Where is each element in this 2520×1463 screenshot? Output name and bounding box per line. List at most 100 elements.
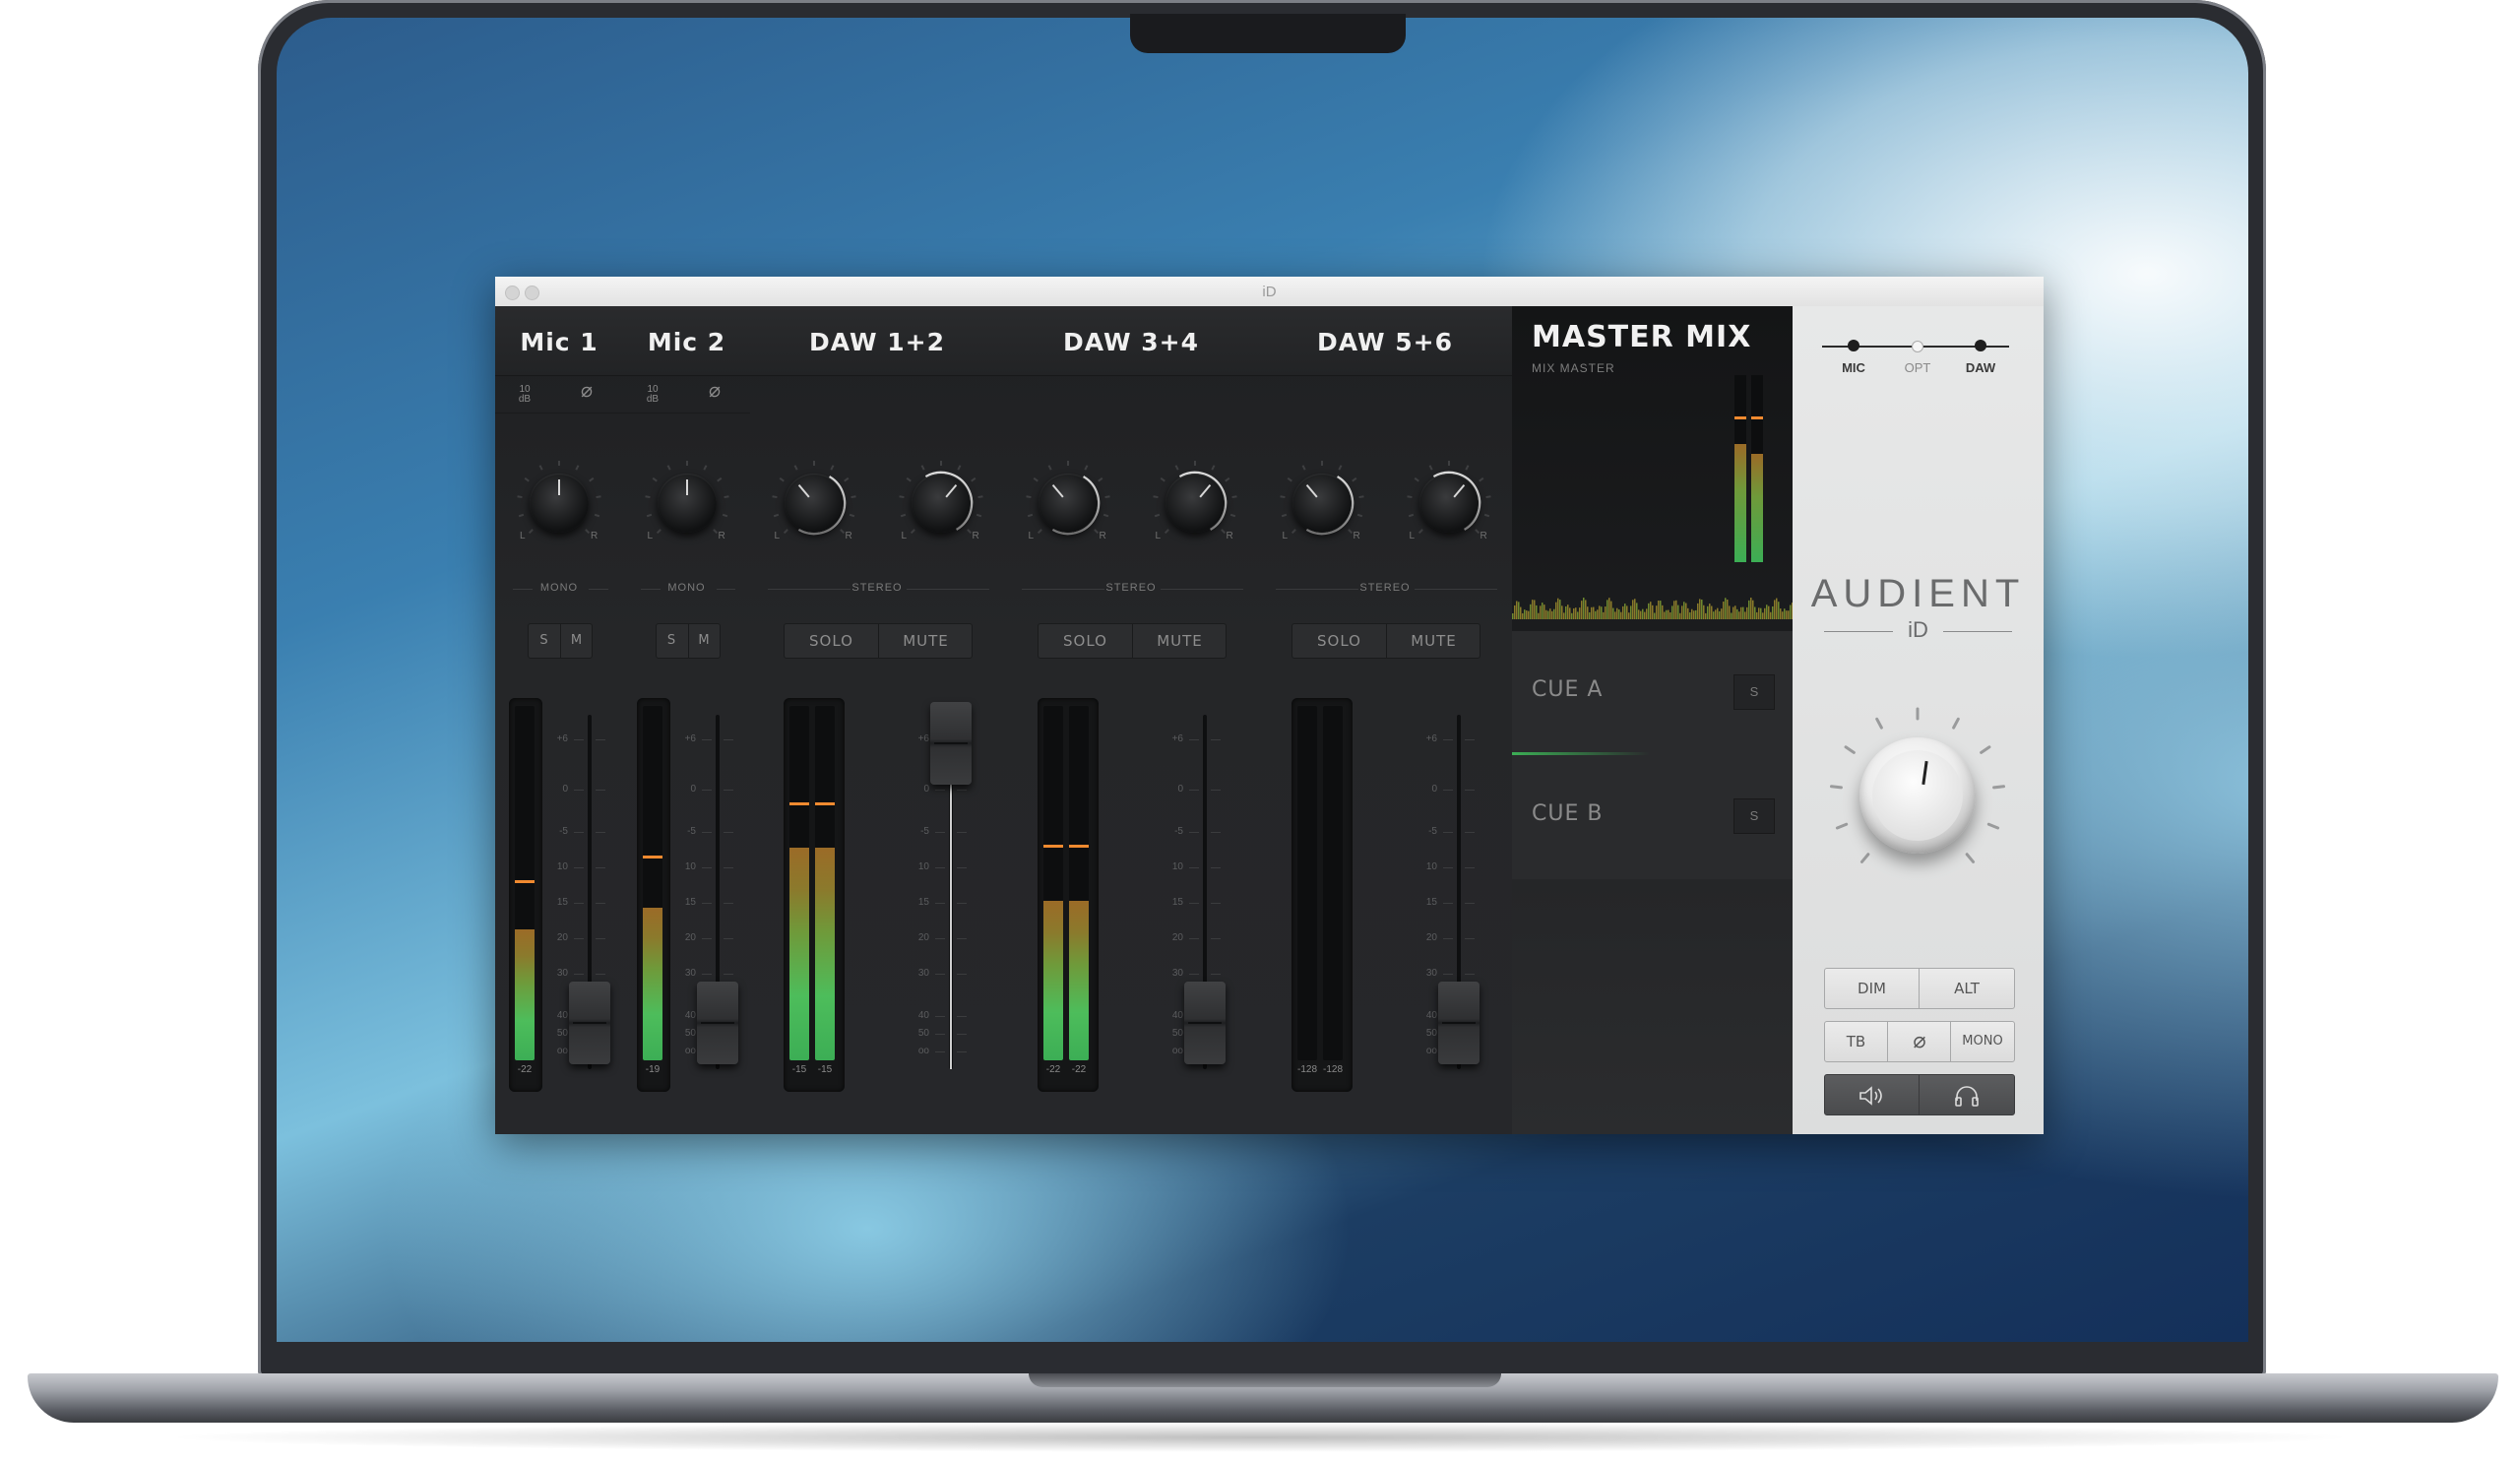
scale-tick bbox=[1189, 866, 1199, 868]
level-meter bbox=[789, 706, 809, 1060]
scale-tick bbox=[1465, 739, 1475, 741]
channel-strip-mic-2: Mic 2 10 dB ⌀ L R MONO S M -19 +6 0 -5 10 15 20 30 40 50 o… bbox=[623, 306, 751, 1134]
cue-b-solo-button[interactable]: S bbox=[1733, 798, 1775, 834]
phase-invert-icon[interactable]: ⌀ bbox=[1887, 1022, 1951, 1061]
mute-button[interactable]: MUTE bbox=[878, 624, 973, 658]
pad-10db-button[interactable]: 10 dB bbox=[513, 385, 536, 405]
source-opt-dot[interactable] bbox=[1912, 341, 1923, 352]
scale-tick bbox=[957, 973, 967, 975]
fader-scale-label: 10 bbox=[917, 860, 929, 872]
scale-tick bbox=[1211, 866, 1221, 868]
phase-invert-icon[interactable]: ⌀ bbox=[572, 381, 601, 401]
solo-button[interactable]: S bbox=[657, 624, 688, 658]
channel-header[interactable]: DAW 5+6 bbox=[1258, 306, 1512, 376]
pan-left-knob[interactable] bbox=[784, 474, 844, 533]
scale-tick bbox=[1189, 937, 1199, 939]
scale-tick bbox=[935, 937, 945, 939]
pan-right-label: R bbox=[1226, 531, 1233, 541]
headphone-output-button[interactable] bbox=[1919, 1075, 2014, 1114]
source-mic-dot[interactable] bbox=[1848, 340, 1859, 351]
talkback-button[interactable]: TB bbox=[1825, 1022, 1887, 1061]
scale-tick bbox=[935, 831, 945, 833]
fader-scale-label: -5 bbox=[559, 825, 568, 837]
fader-scale-label: 10 bbox=[1171, 860, 1183, 872]
scale-tick bbox=[1465, 937, 1475, 939]
mute-button[interactable]: M bbox=[560, 624, 593, 658]
mono-button[interactable]: MONO bbox=[1950, 1022, 2014, 1061]
window-titlebar[interactable]: iD bbox=[495, 277, 2044, 307]
solo-button[interactable]: SOLO bbox=[1292, 624, 1386, 658]
mute-button[interactable]: MUTE bbox=[1132, 624, 1227, 658]
mute-button[interactable]: M bbox=[687, 624, 721, 658]
fader-scale-label: 0 bbox=[690, 783, 696, 795]
dim-button[interactable]: DIM bbox=[1825, 969, 1919, 1008]
pan-right-label: R bbox=[1099, 531, 1106, 541]
solo-button[interactable]: SOLO bbox=[1039, 624, 1132, 658]
pan-right-label: R bbox=[972, 531, 979, 541]
channel-fader[interactable] bbox=[1438, 982, 1480, 1065]
fader-scale-label: 40 bbox=[1425, 1010, 1437, 1021]
knob-indicator bbox=[685, 479, 688, 495]
scale-tick bbox=[596, 866, 605, 868]
channel-mode-label: MONO bbox=[539, 582, 579, 594]
channel-fader[interactable] bbox=[930, 701, 972, 785]
channel-header[interactable]: Mic 1 bbox=[495, 306, 623, 376]
source-daw-label[interactable]: DAW bbox=[1951, 360, 2010, 375]
cue-a-panel[interactable]: CUE A S bbox=[1512, 631, 1793, 756]
phase-invert-icon[interactable]: ⌀ bbox=[700, 381, 729, 401]
pan-right-label: R bbox=[1480, 531, 1487, 541]
pan-left-label: L bbox=[647, 531, 654, 541]
source-mic-label[interactable]: MIC bbox=[1824, 360, 1883, 375]
scale-tick bbox=[957, 1034, 967, 1035]
scale-tick bbox=[1443, 902, 1453, 904]
solo-mute-group: SM bbox=[655, 623, 721, 659]
pad-10db-button[interactable]: 10 dB bbox=[641, 385, 664, 405]
master-empty-area bbox=[1512, 879, 1793, 1134]
alt-button[interactable]: ALT bbox=[1919, 969, 2014, 1008]
output-select-row bbox=[1824, 1074, 2015, 1115]
scale-tick bbox=[702, 937, 712, 939]
scale-tick bbox=[1211, 973, 1221, 975]
pan-right-label: R bbox=[845, 531, 852, 541]
solo-button[interactable]: S bbox=[529, 624, 560, 658]
channel-fader[interactable] bbox=[1184, 982, 1226, 1065]
fader-scale-label: 30 bbox=[917, 967, 929, 979]
fader-scale-label: 20 bbox=[1171, 931, 1183, 943]
pan-left-label: L bbox=[1409, 531, 1416, 541]
solo-mute-group: SOLO MUTE bbox=[1292, 623, 1480, 659]
source-opt-label[interactable]: OPT bbox=[1888, 360, 1947, 375]
pan-left-knob[interactable] bbox=[1292, 474, 1352, 533]
scale-tick bbox=[1443, 831, 1453, 833]
scale-tick bbox=[1443, 973, 1453, 975]
scale-tick bbox=[596, 902, 605, 904]
pan-right-knob[interactable] bbox=[911, 474, 971, 533]
meter-fill bbox=[1043, 901, 1063, 1060]
fader-scale-label: oo bbox=[917, 1046, 929, 1056]
monitor-volume-knob[interactable] bbox=[1859, 737, 1976, 854]
gain-knob[interactable] bbox=[657, 474, 717, 533]
scale-tick bbox=[1189, 973, 1199, 975]
cue-b-panel[interactable]: CUE B S bbox=[1512, 755, 1793, 880]
speaker-output-button[interactable] bbox=[1825, 1075, 1919, 1114]
channel-header[interactable]: Mic 2 bbox=[623, 306, 750, 376]
dim-alt-row: DIM ALT bbox=[1824, 968, 2015, 1009]
scale-tick bbox=[935, 973, 945, 975]
cue-a-solo-button[interactable]: S bbox=[1733, 674, 1775, 710]
pan-left-knob[interactable] bbox=[1038, 474, 1098, 533]
pan-right-knob[interactable] bbox=[1165, 474, 1225, 533]
gain-knob[interactable] bbox=[530, 474, 589, 533]
master-mix-panel[interactable]: MASTER MIX MIX MASTER bbox=[1512, 306, 1793, 631]
mute-button[interactable]: MUTE bbox=[1386, 624, 1480, 658]
channel-fader[interactable] bbox=[697, 982, 738, 1065]
channel-header[interactable]: DAW 1+2 bbox=[750, 306, 1004, 376]
fader-scale-label: 0 bbox=[562, 783, 568, 795]
monitor-control-panel: MIC OPT DAW AUDIENT iD DIM ALT TB ⌀ MONO bbox=[1793, 306, 2044, 1134]
pan-right-knob[interactable] bbox=[1418, 474, 1479, 533]
source-daw-dot[interactable] bbox=[1975, 340, 1986, 351]
channel-fader[interactable] bbox=[569, 982, 610, 1065]
solo-button[interactable]: SOLO bbox=[785, 624, 878, 658]
channel-header[interactable]: DAW 3+4 bbox=[1004, 306, 1258, 376]
fader-scale-label: 50 bbox=[917, 1028, 929, 1039]
meter-peak-value: -19 bbox=[645, 1064, 661, 1075]
master-waveform bbox=[1512, 375, 1793, 619]
